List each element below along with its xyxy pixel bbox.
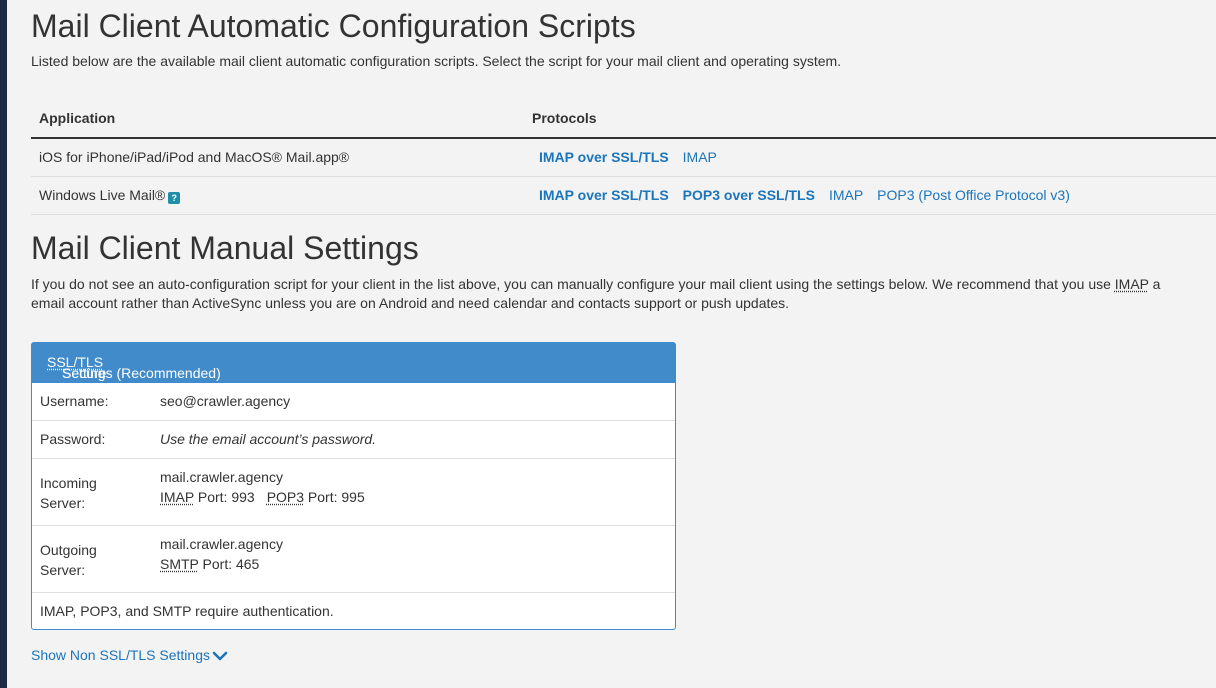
- incoming-server-row: Incoming Server: mail.crawler.agency IMAP …: [32, 459, 675, 526]
- outgoing-host: mail.crawler.agency: [160, 536, 283, 552]
- left-edge-bar: [0, 0, 7, 688]
- intro-text-tail: a: [1148, 276, 1161, 292]
- panel-header: Secure SSL/TLS Settings (Recommended): [32, 343, 675, 383]
- imap-abbr: IMAP: [160, 489, 194, 505]
- app-name: Windows Live Mail®?: [39, 187, 181, 204]
- username-row: Username: seo@crawler.agency: [32, 383, 675, 421]
- app-name-text: Windows Live Mail®: [39, 187, 166, 203]
- auth-note: IMAP, POP3, and SMTP require authenticat…: [40, 603, 334, 619]
- ios-imap-link[interactable]: IMAP: [683, 149, 717, 165]
- pop3-port: Port: 995: [304, 489, 365, 505]
- outgoing-value: mail.crawler.agency SMTP Port: 465: [160, 534, 283, 574]
- smtp-port: Port: 465: [198, 556, 260, 572]
- pop3-abbr: POP3: [266, 489, 305, 505]
- config-scripts-table: Application Protocols iOS for iPhone/iPa…: [31, 100, 1216, 215]
- wlm-pop3-ssl-link[interactable]: POP3 over SSL/TLS: [683, 187, 815, 203]
- panel-title-post: Settings (Recommended): [62, 365, 221, 381]
- show-non-ssl-settings-link[interactable]: Show Non SSL/TLS Settings: [31, 647, 228, 663]
- manual-settings-title: Mail Client Manual Settings: [31, 230, 419, 266]
- outgoing-label: Outgoing Server:: [40, 540, 97, 580]
- chevron-down-icon: [212, 651, 228, 661]
- intro-line-1: If you do not see an auto-configuration …: [31, 275, 1216, 294]
- ssl-settings-panel: Secure SSL/TLS Settings (Recommended) Us…: [31, 342, 676, 630]
- table-row: Windows Live Mail®? IMAP over SSL/TLS POP…: [31, 177, 1216, 215]
- incoming-label-2: Server:: [40, 495, 86, 511]
- incoming-value: mail.crawler.agency IMAP Port: 993 POP3 Po…: [160, 467, 365, 507]
- auto-config-title: Mail Client Automatic Configuration Scri…: [31, 8, 636, 44]
- incoming-host: mail.crawler.agency: [160, 469, 283, 485]
- protocol-links: IMAP over SSL/TLS IMAP: [539, 149, 731, 165]
- password-label: Password:: [40, 431, 106, 447]
- wlm-pop3-link[interactable]: POP3 (Post Office Protocol v3): [877, 187, 1070, 203]
- ios-imap-ssl-link[interactable]: IMAP over SSL/TLS: [539, 149, 669, 165]
- intro-text: If you do not see an auto-configuration …: [31, 276, 1115, 292]
- auto-config-intro: Listed below are the available mail clie…: [31, 53, 842, 69]
- smtp-abbr: SMTP: [160, 556, 199, 572]
- wlm-imap-ssl-link[interactable]: IMAP over SSL/TLS: [539, 187, 669, 203]
- incoming-label: Incoming Server:: [40, 473, 97, 513]
- table-row: iOS for iPhone/iPad/iPod and MacOS® Mail…: [31, 139, 1216, 177]
- password-row: Password: Use the email account’s passwo…: [32, 421, 675, 459]
- intro-line-2: email account rather than ActiveSync unl…: [31, 295, 790, 311]
- app-name: iOS for iPhone/iPad/iPod and MacOS® Mail…: [39, 149, 350, 165]
- protocol-links: IMAP over SSL/TLS POP3 over SSL/TLS IMAP PO…: [539, 187, 1084, 203]
- wlm-imap-link[interactable]: IMAP: [829, 187, 863, 203]
- username-label: Username:: [40, 393, 109, 409]
- password-value: Use the email account’s password.: [160, 431, 377, 447]
- manual-settings-intro: If you do not see an auto-configuration …: [31, 275, 1216, 313]
- help-icon[interactable]: ?: [168, 192, 181, 204]
- panel-title: Secure SSL/TLS Settings (Recommended): [47, 354, 221, 381]
- column-application: Application: [39, 110, 116, 126]
- imap-abbr: IMAP: [1114, 276, 1149, 292]
- imap-port: Port: 993: [193, 489, 255, 505]
- outgoing-label-1: Outgoing: [40, 542, 97, 558]
- outgoing-server-row: Outgoing Server: mail.crawler.agency SMTP …: [32, 526, 675, 593]
- column-protocols: Protocols: [532, 110, 597, 126]
- toggle-link-text: Show Non SSL/TLS Settings: [31, 647, 210, 663]
- username-value: seo@crawler.agency: [160, 393, 291, 409]
- incoming-label-1: Incoming: [40, 475, 97, 491]
- auth-note-row: IMAP, POP3, and SMTP require authenticat…: [32, 593, 675, 629]
- outgoing-label-2: Server:: [40, 562, 86, 578]
- table-header: Application Protocols: [31, 100, 1216, 139]
